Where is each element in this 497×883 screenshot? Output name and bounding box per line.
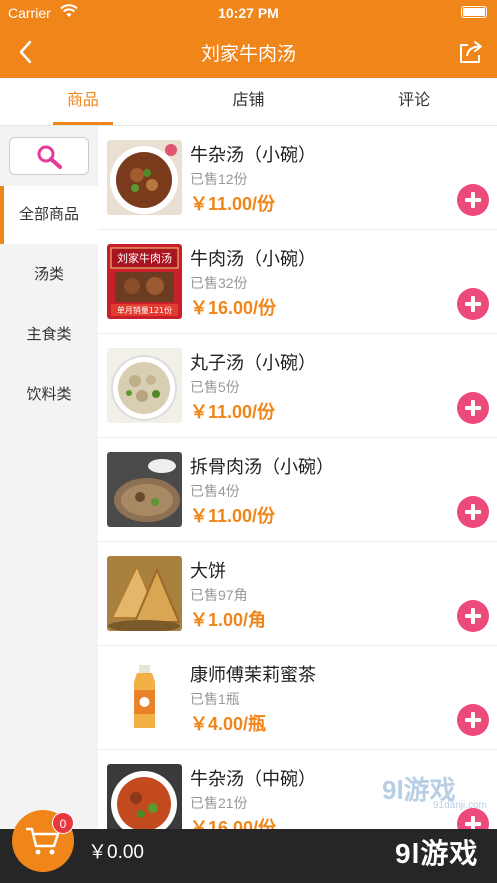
watermark-url: 91danji.com [433,800,487,811]
meatball-soup-image [107,348,182,423]
product-name: 丸子汤（小碗） [190,353,316,373]
product-sold: 已售4份 [190,483,240,499]
category-all[interactable]: 全部商品 [0,186,98,244]
beef-soup-promo-image: 刘家牛肉汤 单月销量121份 [107,244,182,319]
promo-title: 刘家牛肉汤 [117,251,172,265]
add-to-cart-button[interactable] [457,496,489,528]
category-staple[interactable]: 主食类 [0,306,98,364]
watermark-brand: 9l游戏 [395,838,479,869]
cart-count-badge: 0 [52,812,74,834]
product-price: ￥1.00/角 [190,610,267,630]
bone-meat-soup-image [107,452,182,527]
cart-total: ￥0.00 [88,842,144,863]
add-to-cart-button[interactable] [457,288,489,320]
product-price: ￥11.00/份 [190,194,276,214]
product-price: ￥11.00/份 [190,506,276,526]
product-name: 大饼 [190,561,226,581]
product-item[interactable]: 刘家牛肉汤 单月销量121份 牛肉汤（小碗） 已售32份 ￥16.00/份 [98,230,497,334]
tab-bar: 商品 店铺 评论 [0,78,497,126]
product-name: 康师傅茉莉蜜茶 [190,665,316,685]
page-title: 刘家牛肉汤 [200,44,296,65]
battery-icon [461,6,487,18]
product-sold: 已售21份 [190,795,248,811]
product-price: ￥16.00/份 [190,298,277,318]
share-button[interactable] [457,38,485,66]
nav-bar: 刘家牛肉汤 [0,26,497,78]
add-to-cart-button[interactable] [457,392,489,424]
product-price: ￥11.00/份 [190,402,276,422]
product-item[interactable]: 康师傅茉莉蜜茶 已售1瓶 ￥4.00/瓶 [98,646,497,750]
product-sold: 已售1瓶 [190,691,240,707]
flatbread-image [107,556,182,631]
product-sold: 已售5份 [190,379,240,395]
share-icon [460,41,482,63]
status-bar: Carrier 10:27 PM [0,0,497,26]
tab-reviews[interactable]: 评论 [331,78,497,125]
beef-offal-soup-image [107,140,182,215]
product-sold: 已售32份 [190,275,248,291]
product-name: 牛杂汤（小碗） [190,145,316,165]
add-to-cart-button[interactable] [457,600,489,632]
product-name: 牛肉汤（小碗） [190,249,316,269]
search-icon [37,145,62,169]
product-name: 拆骨肉汤（小碗） [190,457,334,477]
product-item[interactable]: 丸子汤（小碗） 已售5份 ￥11.00/份 [98,334,497,438]
category-soup[interactable]: 汤类 [0,246,98,304]
search-button[interactable] [9,137,89,175]
tab-products[interactable]: 商品 [0,78,166,125]
product-sold: 已售12份 [190,171,248,187]
tea-bottle-image [107,660,182,735]
add-to-cart-button[interactable] [457,184,489,216]
category-sidebar: 全部商品 汤类 主食类 饮料类 [0,126,98,883]
product-price: ￥4.00/瓶 [190,714,267,734]
product-item[interactable]: 牛杂汤（小碗） 已售12份 ￥11.00/份 [98,126,497,230]
product-item[interactable]: 大饼 已售97角 ￥1.00/角 [98,542,497,646]
add-to-cart-button[interactable] [457,704,489,736]
product-sold: 已售97角 [190,587,248,603]
promo-monthly-sales: 单月销量121份 [117,305,172,315]
beef-offal-soup-medium-image [107,764,182,839]
product-item[interactable]: 拆骨肉汤（小碗） 已售4份 ￥11.00/份 [98,438,497,542]
tab-store[interactable]: 店铺 [166,78,332,125]
category-drinks[interactable]: 饮料类 [0,366,98,424]
product-name: 牛杂汤（中碗） [190,769,316,789]
clock: 10:27 PM [218,5,279,21]
